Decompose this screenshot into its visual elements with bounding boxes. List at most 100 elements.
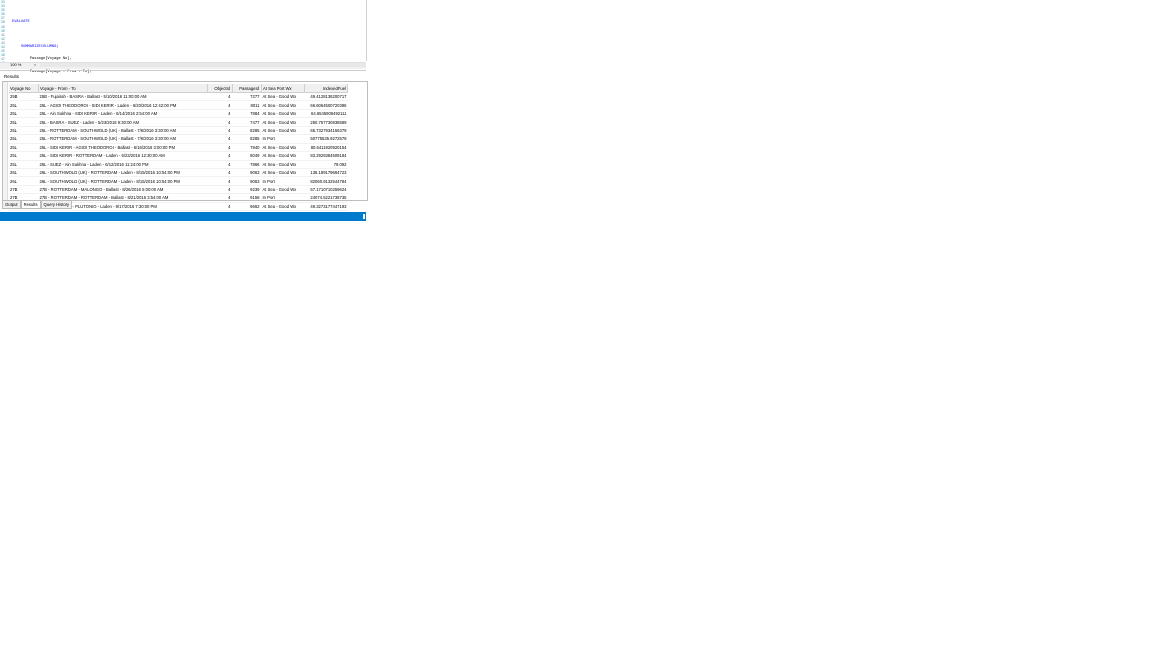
table-cell[interactable]: 4 [207, 100, 233, 110]
table-cell[interactable]: 27B [9, 185, 39, 195]
column-header-passageid[interactable]: PassageId [232, 84, 262, 93]
table-cell[interactable]: 9158 [232, 193, 262, 203]
table-cell[interactable]: 66.6064500720396 [304, 100, 348, 110]
table-cell[interactable]: 25B [9, 92, 39, 102]
table-cell[interactable]: 4 [207, 134, 233, 144]
table-cell[interactable]: 26L - SOUTHWOLD (UK) - ROTTERDAM - Laden… [38, 168, 208, 178]
table-cell[interactable]: 50775535.9272579 [304, 134, 348, 144]
table-row[interactable]: 25L 25L - SUEZ - Ain Sukhna - Laden - 6/1… [9, 160, 348, 169]
table-cell[interactable]: 82060.9132544784 [304, 176, 348, 186]
table-cell[interactable]: 7477 [232, 117, 262, 127]
table-cell[interactable]: 64.6545908492111 [304, 109, 348, 119]
table-cell[interactable]: 4 [207, 151, 233, 161]
table-cell[interactable]: 4 [207, 126, 233, 136]
table-cell[interactable]: 9063 [232, 168, 262, 178]
table-cell[interactable]: At Sea - Good Wx [261, 202, 305, 212]
table-cell[interactable]: 8285 [232, 134, 262, 144]
column-header-indexedfuel[interactable]: IndexedFuel [304, 84, 348, 93]
table-cell[interactable]: 83.2929384509184 [304, 151, 348, 161]
table-cell[interactable]: 25L - SIDI KERIR - ROTTERDAM - Laden - 6… [38, 151, 208, 161]
table-cell[interactable]: 25L - ROTTERDAM - SOUTHWOLD (UK) - Balla… [38, 134, 208, 144]
table-cell[interactable]: In Port [261, 176, 305, 186]
table-row[interactable]: 26L 26L - SOUTHWOLD (UK) - ROTTERDAM - La… [9, 168, 348, 178]
table-cell[interactable]: 4 [207, 193, 233, 203]
editor-horizontal-scrollbar[interactable] [40, 63, 366, 67]
table-cell[interactable]: 25L [9, 134, 39, 144]
table-cell[interactable]: 8011 [232, 100, 262, 110]
table-cell[interactable]: 49.3273177447193 [304, 202, 348, 212]
table-cell[interactable]: 65.7327934156379 [304, 126, 348, 136]
table-cell[interactable]: 25L [9, 126, 39, 136]
column-header-voyage-from-to[interactable]: Voyage - From - To [38, 84, 208, 93]
table-cell[interactable]: 27B - ROTTERDAM - MALONGO - Ballast - 8/… [38, 185, 208, 195]
table-cell[interactable]: 4 [207, 176, 233, 186]
table-cell[interactable]: 4 [207, 143, 233, 153]
table-cell[interactable]: 136.189179664723 [304, 168, 348, 178]
table-cell[interactable]: 24074.5221738735 [304, 193, 348, 203]
table-cell[interactable]: 8049 [232, 151, 262, 161]
table-cell[interactable]: 9239 [232, 185, 262, 195]
table-cell[interactable]: At Sea - Good Wx [261, 160, 305, 169]
table-row[interactable]: 25L 25L - SIDI KERIR - ROTTERDAM - Laden … [9, 151, 348, 161]
query-editor[interactable]: 33 34 35 36 37 38 39 40 41 42 43 44 45 4… [0, 0, 367, 147]
table-cell[interactable]: 25L [9, 143, 39, 153]
table-row[interactable]: 25L 25L - Ain Sukhna - SIDI KERIR - Laden… [9, 109, 348, 119]
table-cell[interactable]: At Sea - Good Wx [261, 126, 305, 136]
table-row[interactable]: 26L 26L - SOUTHWOLD (UK) - ROTTERDAM - La… [9, 176, 348, 186]
table-cell[interactable]: In Port [261, 134, 305, 144]
table-cell[interactable]: 26L [9, 168, 39, 178]
table-cell[interactable]: 25B - Fujairah - BASRA - Ballast - 5/10/… [38, 92, 208, 102]
table-cell[interactable]: In Port [261, 193, 305, 203]
table-cell[interactable]: 9662 [232, 202, 262, 212]
table-cell[interactable]: 4 [207, 185, 233, 195]
table-cell[interactable]: 26L - SOUTHWOLD (UK) - ROTTERDAM - Laden… [38, 176, 208, 186]
results-grid[interactable]: Voyage No Voyage - From - To ObjectId Pa… [2, 81, 368, 212]
table-cell[interactable]: 25L - SUEZ - Ain Sukhna - Laden - 6/12/2… [38, 160, 208, 169]
table-cell[interactable]: 4 [207, 92, 233, 102]
table-cell[interactable]: 25L - AGIOI THEODOROI - SIDI KERIR - Lad… [38, 100, 208, 110]
table-cell[interactable]: 7866 [232, 160, 262, 169]
table-row[interactable]: 25L 25L - SIDI KERIR - AGIOI THEODOROI - … [9, 143, 348, 153]
table-cell[interactable]: 9063 [232, 176, 262, 186]
pane-splitter[interactable] [0, 70, 366, 71]
table-cell[interactable]: 80.6411920920154 [304, 143, 348, 153]
table-cell[interactable]: 57.1710710259624 [304, 185, 348, 195]
table-cell[interactable]: 25L [9, 160, 39, 169]
table-cell[interactable]: 25L [9, 109, 39, 119]
table-cell[interactable]: 25L [9, 151, 39, 161]
table-row[interactable]: 25L 25L - AGIOI THEODOROI - SIDI KERIR - … [9, 100, 348, 110]
table-cell[interactable]: 25L - ROTTERDAM - SOUTHWOLD (UK) - Balla… [38, 126, 208, 136]
table-cell[interactable]: 8285 [232, 126, 262, 136]
table-cell[interactable]: 250.757730838589 [304, 117, 348, 127]
table-row[interactable]: 25L 25L - BASRA - SUEZ - Laden - 5/23/201… [9, 117, 348, 127]
table-cell[interactable]: 4 [207, 117, 233, 127]
table-row[interactable]: 27B 27B - ROTTERDAM - MALONGO - Ballast -… [9, 185, 348, 195]
table-cell[interactable]: 4 [207, 202, 233, 212]
chevron-down-icon[interactable]: ▾ [33, 63, 37, 67]
table-cell[interactable]: At Sea - Good Wx [261, 109, 305, 119]
table-cell[interactable]: 4 [207, 160, 233, 169]
table-row[interactable]: 25B 25B - Fujairah - BASRA - Ballast - 5/… [9, 92, 348, 102]
table-cell[interactable]: 25L - BASRA - SUEZ - Laden - 5/23/2016 9… [38, 117, 208, 127]
table-cell[interactable]: 4 [207, 168, 233, 178]
table-cell[interactable]: 25L [9, 117, 39, 127]
column-header-at-sea-port-wx[interactable]: At Sea Port Wx [261, 84, 305, 93]
table-cell[interactable]: 4 [207, 109, 233, 119]
table-cell[interactable]: 7277 [232, 92, 262, 102]
column-header-objectid[interactable]: ObjectId [207, 84, 233, 93]
zoom-level[interactable]: 100 % [10, 62, 21, 68]
table-cell[interactable]: At Sea - Good Wx [261, 168, 305, 178]
table-cell[interactable]: 25L [9, 100, 39, 110]
table-cell[interactable]: 49.4128136200717 [304, 92, 348, 102]
tab-output[interactable]: Output [2, 200, 21, 209]
table-cell[interactable]: 7940 [232, 143, 262, 153]
tab-results[interactable]: Results [20, 200, 41, 209]
table-cell[interactable]: 25L - SIDI KERIR - AGIOI THEODOROI - Bal… [38, 143, 208, 153]
table-cell[interactable]: 7884 [232, 109, 262, 119]
table-cell[interactable]: At Sea - Good Wx [261, 143, 305, 153]
table-cell[interactable]: At Sea - Good Wx [261, 92, 305, 102]
table-cell[interactable]: 79.092 [304, 160, 348, 169]
table-row[interactable]: 25L 25L - ROTTERDAM - SOUTHWOLD (UK) - Ba… [9, 134, 348, 144]
table-cell[interactable]: 26L [9, 176, 39, 186]
table-cell[interactable]: At Sea - Good Wx [261, 117, 305, 127]
